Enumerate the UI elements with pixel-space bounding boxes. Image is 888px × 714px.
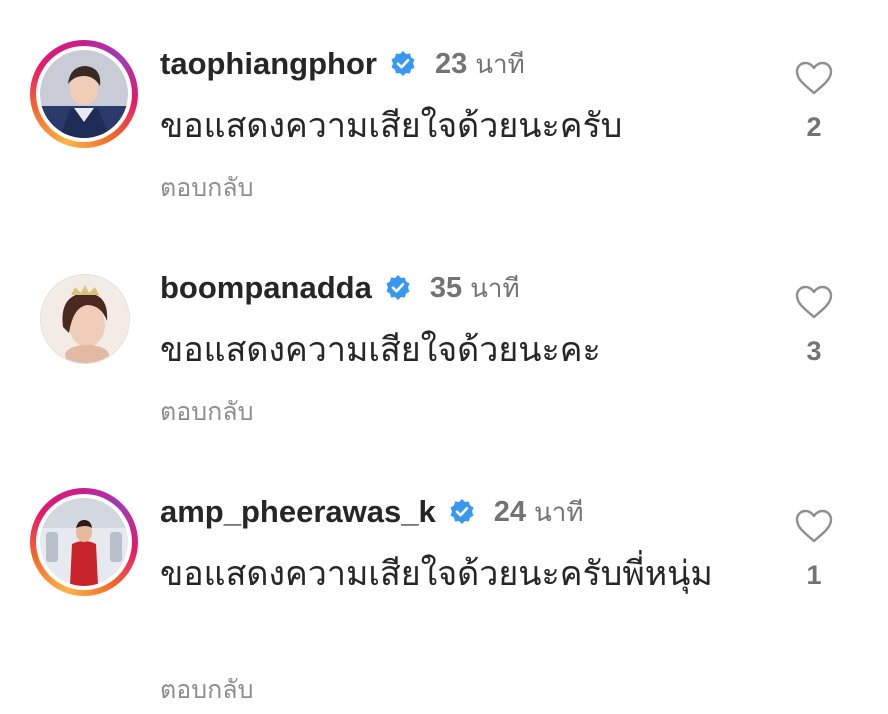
like-count: 3 — [806, 336, 822, 366]
like-count: 1 — [806, 560, 822, 590]
verified-badge-icon — [384, 274, 412, 302]
verified-badge-icon — [448, 498, 476, 526]
heart-icon[interactable] — [794, 284, 834, 320]
comment-time-unit: นาที — [533, 497, 584, 528]
username[interactable]: amp_pheerawas_k — [160, 494, 436, 530]
comment-item: taophiangphor 23 นาที ขอแสดงความเสียใจด้… — [0, 0, 888, 230]
avatar[interactable] — [30, 264, 138, 372]
comment-time-unit: นาที — [470, 273, 520, 304]
comment-item: boompanadda 35 นาที ขอแสดงความเสียใจด้วย… — [0, 230, 888, 460]
comment-text: ขอแสดงความเสียใจด้วยนะครับพี่หนุ่ม — [160, 554, 713, 594]
reply-button[interactable]: ตอบกลับ — [160, 670, 253, 710]
avatar-photo — [40, 498, 128, 586]
avatar[interactable] — [30, 40, 138, 148]
heart-icon[interactable] — [794, 508, 834, 544]
reply-button[interactable]: ตอบกลับ — [160, 168, 253, 208]
avatar-photo — [41, 275, 129, 363]
comment-time: 23 — [434, 47, 468, 80]
like-count: 2 — [806, 112, 822, 142]
comment-item: amp_pheerawas_k 24 นาที ขอแสดงความเสียใจ… — [0, 460, 888, 714]
username[interactable]: taophiangphor — [160, 46, 377, 82]
avatar-photo — [40, 50, 128, 138]
comment-time-unit: นาที — [475, 49, 525, 80]
reply-button[interactable]: ตอบกลับ — [160, 392, 253, 432]
username[interactable]: boompanadda — [160, 270, 372, 306]
avatar[interactable] — [30, 488, 138, 596]
comment-time: 24 — [493, 495, 526, 528]
heart-icon[interactable] — [794, 60, 834, 96]
verified-badge-icon — [389, 50, 417, 78]
comment-text: ขอแสดงความเสียใจด้วยนะครับ — [160, 106, 623, 146]
comment-time: 35 — [429, 271, 463, 304]
comment-text: ขอแสดงความเสียใจด้วยนะคะ — [160, 330, 601, 370]
